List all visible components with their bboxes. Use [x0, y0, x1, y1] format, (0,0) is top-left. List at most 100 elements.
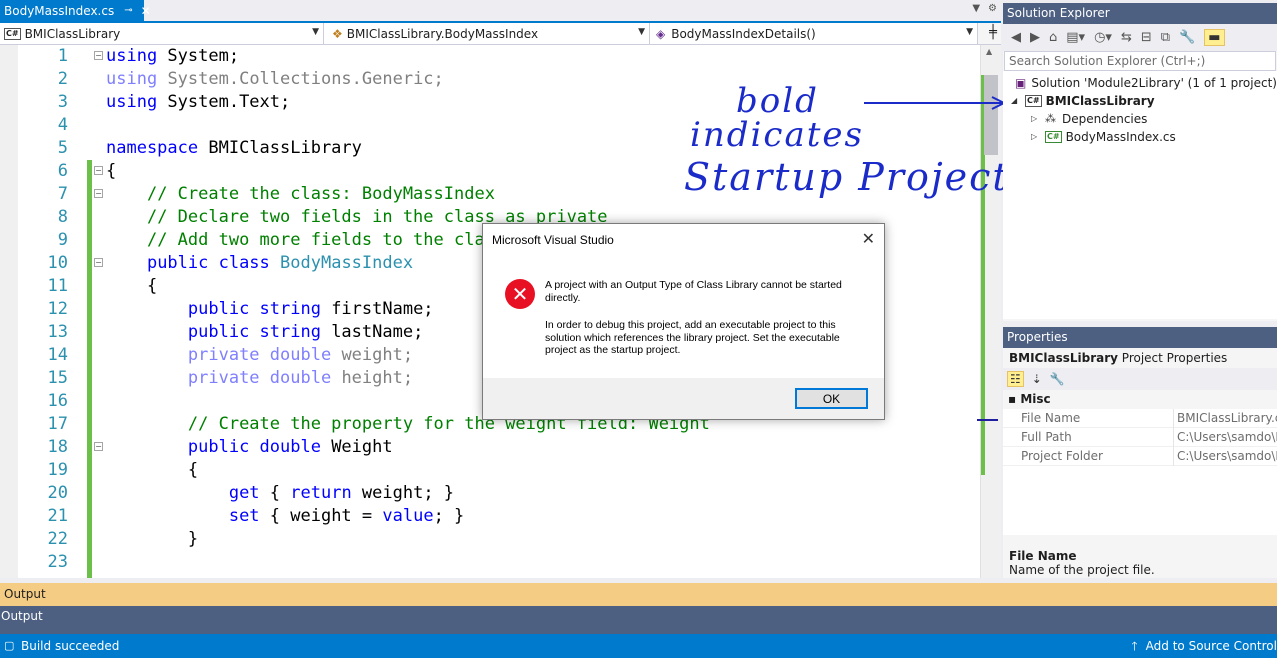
tree-item-solution[interactable]: ▣ Solution 'Module2Library' (1 of 1 proj… — [1015, 74, 1277, 92]
line-number: 9 — [57, 230, 68, 250]
collapse-region-icon[interactable]: − — [94, 442, 103, 451]
property-description-title: File Name — [1009, 549, 1077, 563]
project-dropdown[interactable]: C# BMIClassLibrary ▼ — [0, 23, 324, 44]
dependencies-icon: ⁂ — [1045, 112, 1056, 125]
tree-item-file[interactable]: ▷ C# BodyMassIndex.cs — [1031, 128, 1176, 146]
solution-explorer-title[interactable]: Solution Explorer — [1003, 3, 1277, 24]
editor-vertical-scrollbar[interactable]: ▲ — [977, 45, 1001, 578]
scrollbar-caret-marker — [977, 419, 998, 421]
csharp-project-icon: C# — [1025, 95, 1042, 107]
sync-icon[interactable]: ⇆ — [1121, 30, 1132, 45]
code-line[interactable]: 20 get { return weight; } — [0, 482, 980, 505]
split-window-icon[interactable]: ╪ — [989, 25, 997, 40]
project-dropdown-label: BMIClassLibrary — [24, 26, 121, 41]
categorized-icon[interactable]: ☷ — [1007, 371, 1024, 387]
member-dropdown[interactable]: ◈ BodyMassIndexDetails() ▼ — [650, 23, 978, 44]
class-dropdown[interactable]: ❖ BMIClassLibrary.BodyMassIndex ▼ — [324, 23, 650, 44]
ok-button[interactable]: OK — [795, 388, 868, 409]
code-line[interactable]: 2 using System.Collections.Generic; — [0, 68, 980, 91]
method-icon: ◈ — [656, 26, 666, 41]
tab-dropdown-icon[interactable]: ▼ — [972, 3, 980, 14]
expanded-arrow-icon[interactable]: ◢ — [1011, 92, 1025, 110]
code-text: { — [106, 276, 158, 296]
properties-wrench-icon[interactable]: 🔧 — [1179, 30, 1195, 45]
pin-icon[interactable]: ⊸ — [124, 5, 132, 16]
property-row-full-path[interactable]: Full Path C:\Users\samdo\Do — [1003, 428, 1277, 447]
property-value: BMIClassLibrary.csproj — [1173, 409, 1277, 428]
collapse-region-icon[interactable]: − — [94, 166, 103, 175]
collapse-region-icon[interactable]: − — [94, 258, 103, 267]
property-category-misc[interactable]: ▪ Misc — [1003, 390, 1277, 409]
line-number: 11 — [47, 276, 68, 296]
tab-bodymassindex-cs[interactable]: BodyMassIndex.cs ⊸ ✕ — [0, 0, 151, 21]
property-description-text: Name of the project file. — [1009, 563, 1155, 577]
chevron-down-icon: ▼ — [638, 27, 645, 37]
tree-item-dependencies[interactable]: ▷ ⁂ Dependencies — [1031, 110, 1147, 128]
add-to-source-control-button[interactable]: 🡑 Add to Source Control — [1131, 634, 1277, 658]
collapse-all-icon[interactable]: ⊟ — [1141, 30, 1152, 45]
line-number: 8 — [57, 207, 68, 227]
collapse-region-icon[interactable]: − — [94, 189, 103, 198]
code-line[interactable]: 3 using System.Text; — [0, 91, 980, 114]
tab-title: BodyMassIndex.cs — [4, 3, 115, 18]
alphabetical-icon[interactable]: ⇣ — [1032, 372, 1042, 386]
properties-title[interactable]: Properties — [1003, 327, 1277, 348]
code-line[interactable]: 1 − using System; — [0, 45, 980, 68]
line-number: 17 — [47, 414, 68, 434]
code-line[interactable]: 19 { — [0, 459, 980, 482]
preview-selected-icon[interactable]: ▬ — [1204, 29, 1225, 46]
back-icon[interactable]: ◀ — [1011, 30, 1021, 45]
close-tab-icon[interactable]: ✕ — [141, 4, 151, 18]
collapsed-arrow-icon[interactable]: ▷ — [1031, 110, 1045, 128]
home-icon[interactable]: ⌂ — [1049, 30, 1057, 45]
project-label: BMIClassLibrary — [1045, 94, 1155, 108]
solution-explorer-toolbar: ◀ ▶ ⌂ ▤▾ ◷▾ ⇆ ⊟ ⧉ 🔧 ▬ — [1003, 24, 1277, 51]
line-number: 14 — [47, 345, 68, 365]
dialog-message-primary: A project with an Output Type of Class L… — [545, 279, 842, 304]
chevron-down-icon: ▼ — [966, 27, 973, 37]
code-line[interactable]: 23 — [0, 551, 980, 574]
code-line[interactable]: 7 − // Create the class: BodyMassIndex — [0, 183, 980, 206]
code-text: using System.Collections.Generic; — [106, 69, 444, 89]
code-line[interactable]: 6 −{ — [0, 160, 980, 183]
code-text: public string firstName; — [187, 299, 434, 319]
dependencies-label: Dependencies — [1062, 112, 1148, 126]
collapsed-arrow-icon[interactable]: ▷ — [1031, 128, 1045, 146]
switch-views-icon[interactable]: ▤▾ — [1066, 30, 1085, 45]
scroll-up-icon[interactable]: ▲ — [986, 47, 992, 56]
forward-icon[interactable]: ▶ — [1030, 30, 1040, 45]
code-line[interactable]: 21 set { weight = value; } — [0, 505, 980, 528]
dialog-title: Microsoft Visual Studio — [492, 233, 614, 247]
line-number: 19 — [47, 460, 68, 480]
code-text: { — [106, 161, 117, 181]
properties-object-selector[interactable]: BMIClassLibrary Project Properties — [1003, 348, 1277, 368]
show-all-files-icon[interactable]: ⧉ — [1161, 30, 1170, 45]
error-icon: ✕ — [505, 279, 535, 309]
property-row-file-name[interactable]: File Name BMIClassLibrary.csproj — [1003, 409, 1277, 428]
scrollbar-thumb[interactable] — [984, 75, 998, 155]
dialog-close-icon[interactable]: ✕ — [862, 229, 875, 248]
tree-item-project[interactable]: ◢ C# BMIClassLibrary — [1011, 92, 1155, 110]
output-autohide-tab[interactable]: Output — [0, 583, 1277, 606]
line-number: 1 — [57, 46, 68, 66]
property-pages-wrench-icon[interactable]: 🔧 — [1050, 372, 1065, 386]
line-number: 21 — [47, 506, 68, 526]
output-tab[interactable]: Output — [0, 609, 43, 623]
code-text: public double Weight — [187, 437, 393, 457]
collapse-category-icon[interactable]: ▪ — [1008, 392, 1016, 406]
line-number: 2 — [57, 69, 68, 89]
properties-toolbar: ☷ ⇣ 🔧 — [1003, 368, 1277, 390]
property-row-project-folder[interactable]: Project Folder C:\Users\samdo\Do — [1003, 447, 1277, 466]
solution-explorer-search-input[interactable]: Search Solution Explorer (Ctrl+;) — [1004, 51, 1276, 71]
code-text: using System; — [106, 46, 240, 66]
settings-gear-icon[interactable]: ⚙ — [988, 3, 997, 14]
code-line[interactable]: 18 − public double Weight — [0, 436, 980, 459]
collapse-region-icon[interactable]: − — [94, 51, 103, 60]
code-line[interactable]: 4 — [0, 114, 980, 137]
code-text: get { return weight; } — [228, 483, 455, 503]
code-line[interactable]: 22 } — [0, 528, 980, 551]
chevron-down-icon: ▼ — [312, 27, 319, 37]
code-line[interactable]: 5 namespace BMIClassLibrary — [0, 137, 980, 160]
properties-object-type: Project Properties — [1121, 351, 1228, 365]
pending-changes-filter-icon[interactable]: ◷▾ — [1094, 30, 1112, 45]
